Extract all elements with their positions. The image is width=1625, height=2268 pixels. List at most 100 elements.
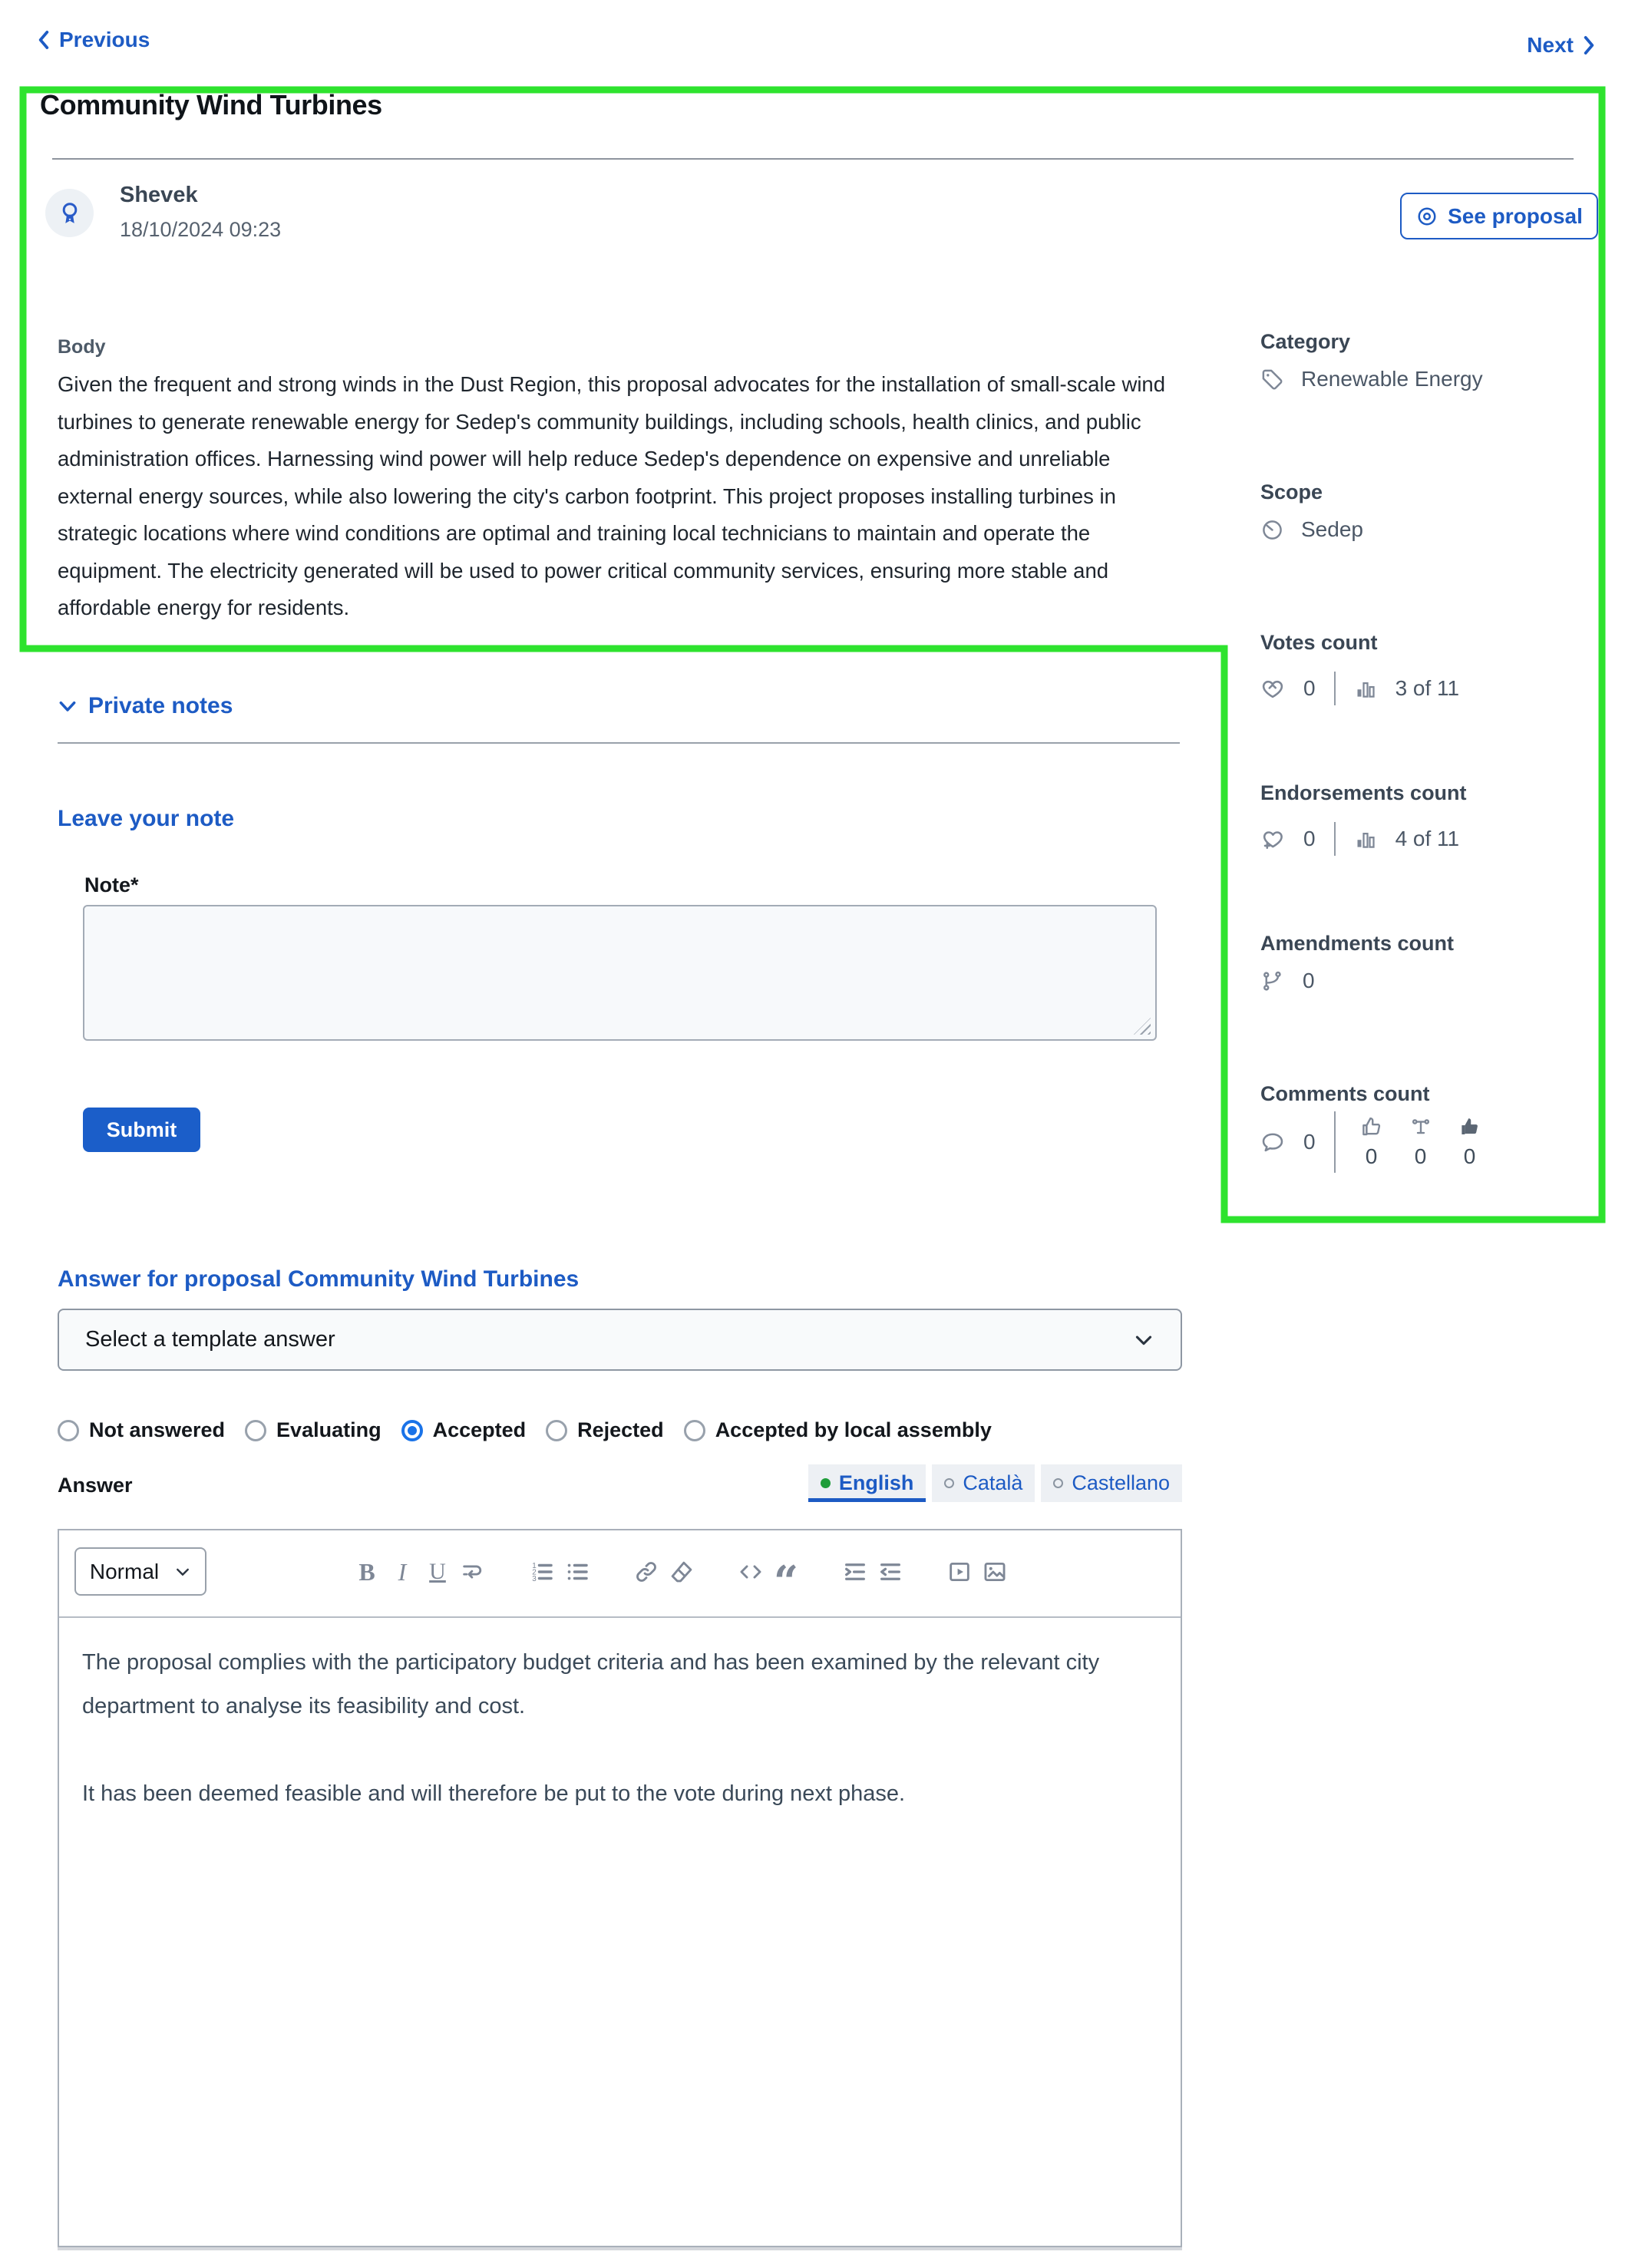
video-button[interactable] (942, 1550, 977, 1593)
comments-neutral-value: 0 (1414, 1144, 1427, 1168)
code-button[interactable] (733, 1550, 768, 1593)
comments-positive-value: 0 (1365, 1144, 1378, 1168)
title-divider (52, 158, 1574, 160)
next-label: Next (1527, 33, 1574, 57)
scale-icon (1412, 1119, 1429, 1134)
radio-evaluating[interactable]: Evaluating (245, 1418, 381, 1442)
thumb-up-filled-icon (1461, 1118, 1478, 1134)
body-label: Body (58, 336, 106, 358)
chevron-down-icon (177, 1568, 190, 1576)
code-icon (740, 1565, 761, 1579)
votes-count-label: Votes count (1260, 631, 1378, 654)
amendments-count-value: 0 (1303, 969, 1315, 992)
private-notes-divider (58, 742, 1180, 744)
scope-value-row: Sedep (1260, 517, 1363, 542)
next-link[interactable]: Next (1527, 33, 1597, 58)
format-dropdown-value: Normal (89, 1559, 160, 1583)
previous-label: Previous (59, 28, 150, 51)
comments-negative-value: 0 (1463, 1144, 1476, 1168)
radio-circle (58, 1419, 79, 1441)
radio-not-answered[interactable]: Not answered (58, 1418, 225, 1442)
indent-increase-button[interactable] (837, 1550, 873, 1593)
endorsements-count-row: 0 4 of 11 (1260, 817, 1459, 861)
comments-negative: 0 (1452, 1115, 1488, 1169)
private-notes-title: Private notes (88, 693, 233, 718)
template-answer-select[interactable]: Select a template answer (58, 1309, 1182, 1371)
tab-language-catala[interactable]: Català (932, 1464, 1035, 1502)
comments-count-label: Comments count (1260, 1082, 1430, 1105)
editor-content[interactable]: The proposal complies with the participa… (59, 1616, 1181, 2246)
amendments-count-label: Amendments count (1260, 932, 1455, 955)
tab-language-english[interactable]: English (808, 1464, 926, 1502)
leave-note-title: Leave your note (58, 806, 235, 831)
git-branch-icon (1263, 971, 1281, 991)
bullet-list-icon (567, 1563, 588, 1580)
line-break-button[interactable] (455, 1550, 490, 1593)
ordered-list-button[interactable]: 123 (524, 1550, 560, 1593)
votes-ranking: 3 of 11 (1395, 676, 1460, 700)
comment-votes-cluster: 0 0 0 (1354, 1115, 1488, 1169)
avatar (45, 189, 94, 237)
clear-format-button[interactable] (664, 1550, 699, 1593)
tab-language-castellano[interactable]: Castellano (1041, 1464, 1182, 1502)
svg-text:3: 3 (532, 1575, 537, 1583)
votes-divider (1333, 672, 1336, 705)
see-proposal-button[interactable]: See proposal (1400, 193, 1598, 239)
thumb-up-outline-icon (1362, 1117, 1380, 1136)
radio-rejected[interactable]: Rejected (546, 1418, 664, 1442)
answer-section-title: Answer for proposal Community Wind Turbi… (58, 1266, 580, 1292)
comments-neutral: 0 (1403, 1115, 1438, 1169)
proposal-admin-page: Previous Next Community Wind Turbines Sh… (0, 0, 1625, 2268)
format-dropdown[interactable]: Normal (74, 1547, 206, 1596)
author-timestamp: 18/10/2024 09:23 (120, 218, 282, 241)
author-name: Shevek (120, 183, 198, 207)
previous-link[interactable]: Previous (36, 28, 150, 52)
radio-circle (546, 1419, 568, 1441)
heart-plus-icon (1263, 831, 1283, 849)
award-icon (62, 202, 77, 223)
endorsements-ranking: 4 of 11 (1395, 827, 1460, 850)
category-value: Renewable Energy (1301, 367, 1483, 391)
indent-decrease-button[interactable] (873, 1550, 908, 1593)
bold-button[interactable]: B (349, 1550, 385, 1593)
votes-count-row: 0 3 of 11 (1260, 666, 1459, 711)
submit-note-button[interactable]: Submit (83, 1108, 200, 1152)
answer-status-group: Not answered Evaluating Accepted Rejecte… (58, 1418, 992, 1442)
radio-accepted[interactable]: Accepted (401, 1418, 527, 1442)
text-wrap-icon (463, 1565, 482, 1579)
radio-label: Rejected (577, 1418, 664, 1441)
radio-label: Accepted (432, 1418, 527, 1441)
votes-count-value: 0 (1303, 676, 1316, 700)
radio-label: Accepted by local assembly (715, 1418, 992, 1441)
translation-complete-dot-icon (820, 1478, 831, 1488)
language-tab-label: Castellano (1072, 1471, 1170, 1494)
answer-field-label: Answer (58, 1474, 133, 1497)
indent-decrease-icon (880, 1563, 900, 1580)
image-button[interactable] (977, 1550, 1012, 1593)
note-input[interactable] (83, 905, 1157, 1041)
radio-accepted-by-local-assembly[interactable]: Accepted by local assembly (683, 1418, 992, 1442)
language-tabs: English Català Castellano (808, 1464, 1182, 1502)
ordered-list-icon: 123 (532, 1562, 553, 1583)
italic-button[interactable]: I (385, 1550, 420, 1593)
bullet-list-button[interactable] (560, 1550, 595, 1593)
answer-editor: Normal B I U 123 “ The proposal complies… (58, 1529, 1182, 2247)
private-notes-toggle[interactable]: Private notes (58, 693, 233, 719)
blockquote-button[interactable]: “ (768, 1550, 804, 1603)
translation-empty-dot-icon (944, 1478, 955, 1488)
chevron-right-icon (1584, 36, 1594, 54)
underline-button[interactable]: U (420, 1550, 455, 1593)
chevron-left-icon (38, 31, 49, 49)
chat-bubble-icon (1262, 1133, 1283, 1152)
timer-icon (1263, 520, 1282, 540)
answer-paragraph: The proposal complies with the participa… (82, 1650, 1100, 1718)
scope-value: Sedep (1301, 517, 1363, 541)
radio-circle (683, 1419, 705, 1441)
chevron-down-icon (59, 701, 76, 711)
radio-label: Not answered (89, 1418, 226, 1441)
link-button[interactable] (629, 1550, 664, 1593)
bar-chart-icon (1357, 833, 1375, 848)
heart-hand-icon (1262, 680, 1283, 698)
comments-count-value: 0 (1303, 1130, 1316, 1154)
endorsements-divider (1333, 822, 1336, 856)
